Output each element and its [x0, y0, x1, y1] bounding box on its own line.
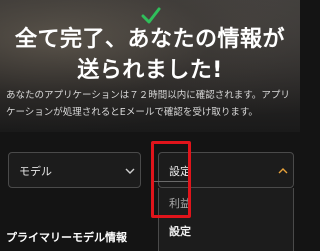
- confirmation-description: あなたのアプリケーションは７２時間以内に確認されます。アプリケーションが処理され…: [6, 90, 290, 118]
- checkmark-icon: [141, 7, 161, 24]
- confirmation-page: 全て完了、あなたの情報が 送られました! あなたのアプリケーションは７２時間以内…: [0, 0, 300, 251]
- chevron-up-icon: [278, 168, 288, 174]
- section-title: プライマリーモデル情報: [6, 231, 127, 244]
- option-setting[interactable]: 設定: [169, 223, 191, 239]
- chevron-down-icon: [125, 168, 135, 174]
- hero-banner: 全て完了、あなたの情報が 送られました! あなたのアプリケーションは７２時間以内…: [0, 0, 300, 132]
- model-dropdown-value: モデル: [19, 165, 52, 178]
- page-title: 全て完了、あなたの情報が 送られました!: [14, 27, 285, 83]
- highlight-annotation: [151, 141, 191, 218]
- model-dropdown[interactable]: モデル: [8, 152, 141, 188]
